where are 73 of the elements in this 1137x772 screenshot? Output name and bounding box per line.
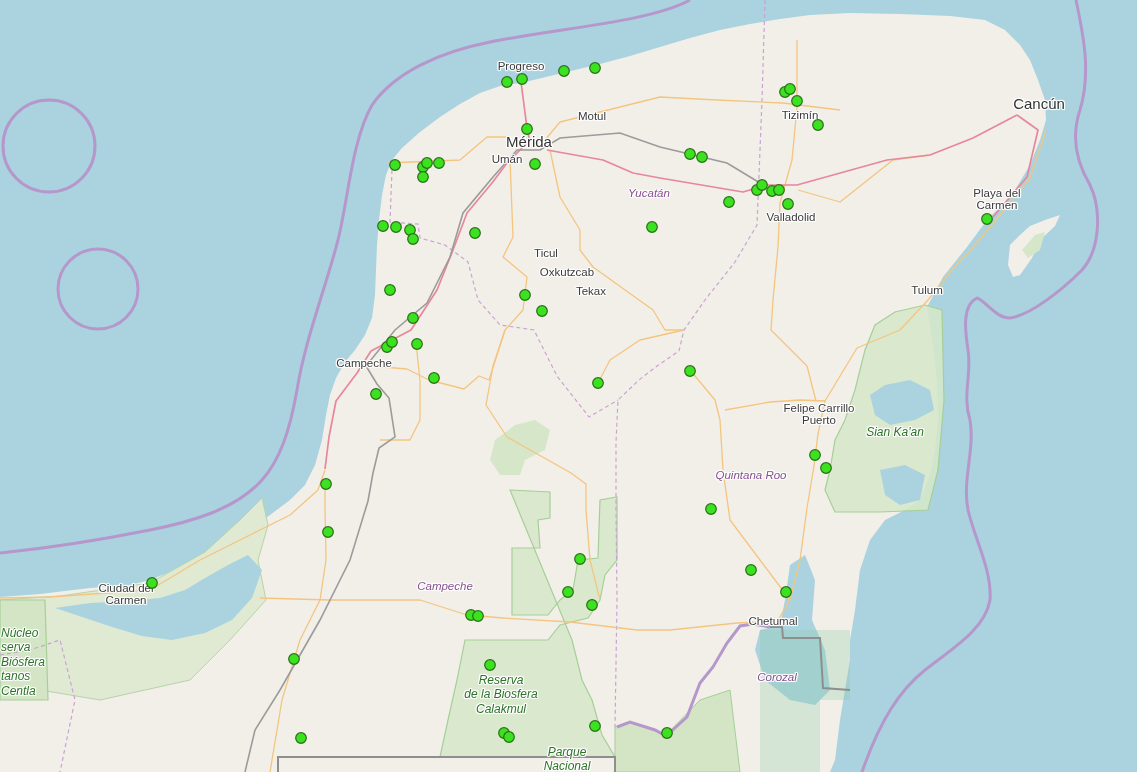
map-marker-icon[interactable] bbox=[661, 727, 673, 739]
map-marker-icon[interactable] bbox=[295, 732, 307, 744]
city-label: Felipe Carrillo Puerto bbox=[783, 401, 855, 427]
map-marker-icon[interactable] bbox=[521, 123, 533, 135]
map-marker-icon[interactable] bbox=[288, 653, 300, 665]
region-label: Campeche bbox=[417, 579, 473, 593]
map-marker-icon[interactable] bbox=[745, 564, 757, 576]
map-marker-icon[interactable] bbox=[589, 720, 601, 732]
map-marker-icon[interactable] bbox=[390, 221, 402, 233]
map-marker-icon[interactable] bbox=[684, 365, 696, 377]
map-marker-icon[interactable] bbox=[433, 157, 445, 169]
city-label: Ticul bbox=[534, 246, 558, 260]
map-marker-icon[interactable] bbox=[981, 213, 993, 225]
city-label: Tekax bbox=[576, 284, 606, 298]
map-marker-icon[interactable] bbox=[592, 377, 604, 389]
map-marker-icon[interactable] bbox=[501, 76, 513, 88]
city-label: Progreso bbox=[497, 59, 545, 73]
map-marker-icon[interactable] bbox=[809, 449, 821, 461]
map-marker-icon[interactable] bbox=[503, 731, 515, 743]
map-marker-icon[interactable] bbox=[370, 388, 382, 400]
map-marker-icon[interactable] bbox=[784, 83, 796, 95]
map-marker-icon[interactable] bbox=[322, 526, 334, 538]
map-marker-icon[interactable] bbox=[773, 184, 785, 196]
map-marker-icon[interactable] bbox=[411, 338, 423, 350]
map-marker-icon[interactable] bbox=[791, 95, 803, 107]
park-label: Núcleo serva Biósfera tanos Centla bbox=[1, 626, 46, 698]
region-label: Yucatán bbox=[628, 186, 670, 200]
map-marker-icon[interactable] bbox=[320, 478, 332, 490]
city-label: Oxkutzcab bbox=[539, 265, 595, 279]
map-marker-icon[interactable] bbox=[562, 586, 574, 598]
map-marker-icon[interactable] bbox=[558, 65, 570, 77]
map-marker-icon[interactable] bbox=[646, 221, 658, 233]
map-marker-icon[interactable] bbox=[696, 151, 708, 163]
map-marker-icon[interactable] bbox=[780, 586, 792, 598]
city-label: Chetumal bbox=[748, 614, 798, 628]
map-marker-icon[interactable] bbox=[407, 312, 419, 324]
map-marker-icon[interactable] bbox=[529, 158, 541, 170]
city-label: Campeche bbox=[336, 356, 392, 370]
park-label: Reserva de la Biosfera Calakmul bbox=[464, 673, 538, 717]
map-marker-icon[interactable] bbox=[421, 157, 433, 169]
map-marker-icon[interactable] bbox=[586, 599, 598, 611]
map-marker-icon[interactable] bbox=[705, 503, 717, 515]
city-label: Mérida bbox=[506, 134, 552, 150]
region-label: Quintana Roo bbox=[715, 468, 787, 482]
map-marker-icon[interactable] bbox=[519, 289, 531, 301]
city-label: Motul bbox=[577, 109, 607, 123]
map-marker-icon[interactable] bbox=[684, 148, 696, 160]
map-marker-icon[interactable] bbox=[536, 305, 548, 317]
map-marker-icon[interactable] bbox=[574, 553, 586, 565]
city-label: Tulum bbox=[911, 283, 943, 297]
map-marker-icon[interactable] bbox=[820, 462, 832, 474]
map-marker-icon[interactable] bbox=[589, 62, 601, 74]
map-marker-icon[interactable] bbox=[404, 224, 416, 236]
map-marker-icon[interactable] bbox=[782, 198, 794, 210]
map-marker-icon[interactable] bbox=[472, 610, 484, 622]
map-marker-icon[interactable] bbox=[377, 220, 389, 232]
city-label: Tizimín bbox=[781, 108, 819, 122]
map-marker-icon[interactable] bbox=[723, 196, 735, 208]
map-marker-icon[interactable] bbox=[417, 171, 429, 183]
city-label: Valladolid bbox=[766, 210, 816, 224]
map-marker-icon[interactable] bbox=[428, 372, 440, 384]
map-marker-icon[interactable] bbox=[469, 227, 481, 239]
map-marker-icon[interactable] bbox=[384, 284, 396, 296]
park-label: Sian Ka'an bbox=[866, 424, 924, 440]
map-marker-icon[interactable] bbox=[386, 336, 398, 348]
park-label: Parque Nacional bbox=[543, 744, 591, 772]
map-marker-icon[interactable] bbox=[812, 119, 824, 131]
map-marker-icon[interactable] bbox=[484, 659, 496, 671]
map-marker-icon[interactable] bbox=[407, 233, 419, 245]
map-marker-icon[interactable] bbox=[516, 73, 528, 85]
city-label: Cancún bbox=[1013, 96, 1065, 112]
map-marker-icon[interactable] bbox=[389, 159, 401, 171]
map-marker-icon[interactable] bbox=[756, 179, 768, 191]
